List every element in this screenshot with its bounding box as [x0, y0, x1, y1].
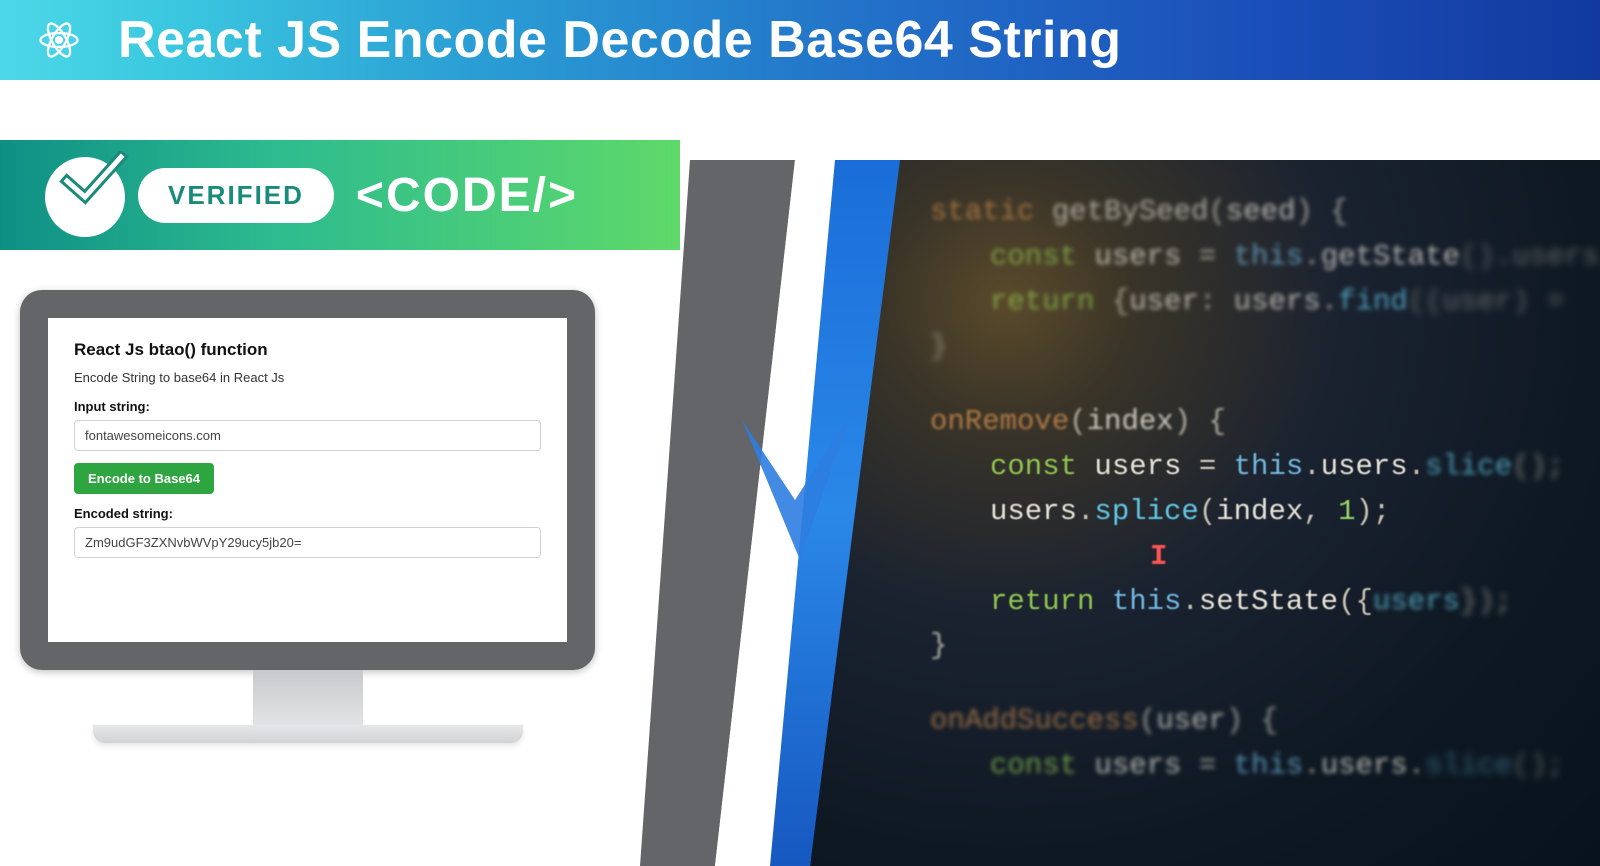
monitor-illustration: React Js btao() function Encode String t…	[20, 290, 595, 743]
checkmark-icon	[45, 153, 130, 238]
code-tag-label: <CODE/>	[356, 168, 578, 223]
monitor-screen: React Js btao() function Encode String t…	[48, 318, 567, 642]
output-label: Encoded string:	[74, 506, 541, 521]
card-subtitle: Encode String to base64 in React Js	[74, 370, 541, 385]
input-label: Input string:	[74, 399, 541, 414]
verified-label: VERIFIED	[138, 168, 334, 223]
output-field[interactable]	[74, 527, 541, 558]
header-banner: React JS Encode Decode Base64 String	[0, 0, 1600, 80]
input-field[interactable]	[74, 420, 541, 451]
encode-button[interactable]: Encode to Base64	[74, 463, 214, 494]
code-background: static getBySeed(seed) { const users = t…	[810, 160, 1600, 866]
verified-code-badge: VERIFIED <CODE/>	[0, 140, 680, 250]
text-cursor-icon: I	[1150, 535, 1160, 559]
react-logo-icon	[30, 11, 88, 69]
page-title: React JS Encode Decode Base64 String	[118, 10, 1122, 70]
card-title: React Js btao() function	[74, 340, 541, 360]
left-panel: VERIFIED <CODE/> React Js btao() functio…	[0, 80, 720, 786]
